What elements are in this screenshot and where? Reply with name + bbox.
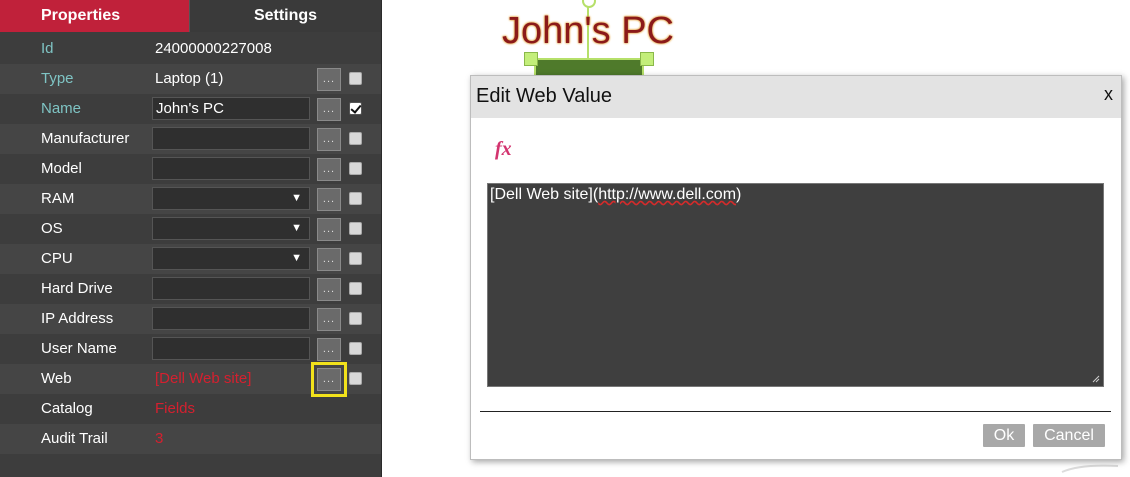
catalog-link[interactable]: Fields [155,394,195,424]
edit-web-value-dialog: Edit Web Value x fx [Dell Web site](http… [470,75,1122,460]
hard-drive-input[interactable] [152,277,310,300]
label-user-name: User Name [41,340,117,357]
cpu-select[interactable]: ▼ [152,247,310,270]
node-title[interactable]: John's PC [502,10,674,53]
row-type: Type Laptop (1) ... [0,64,381,94]
os-ellipsis-button[interactable]: ... [317,218,341,241]
ram-checkbox[interactable] [349,192,362,205]
os-select[interactable]: ▼ [152,217,310,240]
resize-grip-icon[interactable] [1092,375,1100,383]
id-value: 24000000227008 [155,40,272,57]
user-name-ellipsis-button[interactable]: ... [317,338,341,361]
audit-trail-link[interactable]: 3 [155,424,163,454]
name-input[interactable]: John's PC [152,97,310,120]
textarea-text-part2: ) [736,186,742,203]
row-catalog: Catalog Fields [0,394,381,424]
node-resize-handle-right[interactable] [640,52,654,66]
label-ip-address: IP Address [41,310,114,327]
model-checkbox[interactable] [349,162,362,175]
row-id: Id 24000000227008 [0,34,381,64]
label-catalog: Catalog [41,400,93,417]
dialog-header[interactable]: Edit Web Value x [471,76,1121,118]
manufacturer-input[interactable] [152,127,310,150]
web-link[interactable]: [Dell Web site] [155,364,251,394]
tab-properties[interactable]: Properties [0,0,189,32]
cancel-button[interactable]: Cancel [1033,424,1105,447]
cpu-ellipsis-button[interactable]: ... [317,248,341,271]
label-os: OS [41,220,63,237]
name-ellipsis-button[interactable]: ... [317,98,341,121]
os-checkbox[interactable] [349,222,362,235]
label-name: Name [41,100,82,117]
tab-settings[interactable]: Settings [189,0,381,32]
cpu-checkbox[interactable] [349,252,362,265]
row-manufacturer: Manufacturer ... [0,124,381,154]
ip-address-input[interactable] [152,307,310,330]
decorative-swoosh [1061,464,1119,473]
label-hard-drive: Hard Drive [41,280,113,297]
panel-tabs: Properties Settings [0,0,381,32]
row-name: Name John's PC ... [0,94,381,124]
label-audit-trail: Audit Trail [41,430,108,447]
row-os: OS ▼ ... [0,214,381,244]
manufacturer-ellipsis-button[interactable]: ... [317,128,341,151]
label-ram: RAM [41,190,75,207]
row-model: Model ... [0,154,381,184]
dropdown-arrow-icon: ▼ [291,222,302,234]
user-name-input[interactable] [152,337,310,360]
label-type: Type [41,70,74,87]
ram-select[interactable]: ▼ [152,187,310,210]
dialog-title: Edit Web Value [476,85,613,107]
ram-ellipsis-button[interactable]: ... [317,188,341,211]
type-ellipsis-button[interactable]: ... [317,68,341,91]
web-value-textarea[interactable]: [Dell Web site](http://www.dell.com) [487,183,1104,387]
user-name-checkbox[interactable] [349,342,362,355]
row-ram: RAM ▼ ... [0,184,381,214]
dialog-divider [480,411,1111,412]
close-button[interactable]: x [1104,84,1113,105]
row-cpu: CPU ▼ ... [0,244,381,274]
row-audit-trail: Audit Trail 3 [0,424,381,454]
function-icon[interactable]: fx [495,138,512,161]
node-rotate-handle[interactable] [582,0,596,8]
label-cpu: CPU [41,250,73,267]
textarea-link-text: http://www.dell.com [598,186,737,203]
row-web: Web [Dell Web site] ... [0,362,381,397]
model-ellipsis-button[interactable]: ... [317,158,341,181]
ok-button[interactable]: Ok [983,424,1025,447]
web-checkbox[interactable] [349,372,362,385]
tab-properties-label: Properties [41,7,121,24]
label-model: Model [41,160,82,177]
name-checkbox[interactable] [349,102,362,115]
hard-drive-checkbox[interactable] [349,282,362,295]
ip-address-checkbox[interactable] [349,312,362,325]
row-user-name: User Name ... [0,334,381,364]
dropdown-arrow-icon: ▼ [291,192,302,204]
type-value: Laptop (1) [155,70,224,87]
node-resize-handle-left[interactable] [524,52,538,66]
hard-drive-ellipsis-button[interactable]: ... [317,278,341,301]
dropdown-arrow-icon: ▼ [291,252,302,264]
properties-panel: Properties Settings Id 24000000227008 Ty… [0,0,382,477]
manufacturer-checkbox[interactable] [349,132,362,145]
label-id: Id [41,40,54,57]
type-checkbox[interactable] [349,72,362,85]
row-hard-drive: Hard Drive ... [0,274,381,304]
model-input[interactable] [152,157,310,180]
ip-address-ellipsis-button[interactable]: ... [317,308,341,331]
web-ellipsis-button[interactable]: ... [311,362,347,397]
row-ip-address: IP Address ... [0,304,381,334]
label-manufacturer: Manufacturer [41,130,130,147]
label-web: Web [41,370,72,387]
textarea-text-part1: [Dell Web site]( [490,186,599,203]
